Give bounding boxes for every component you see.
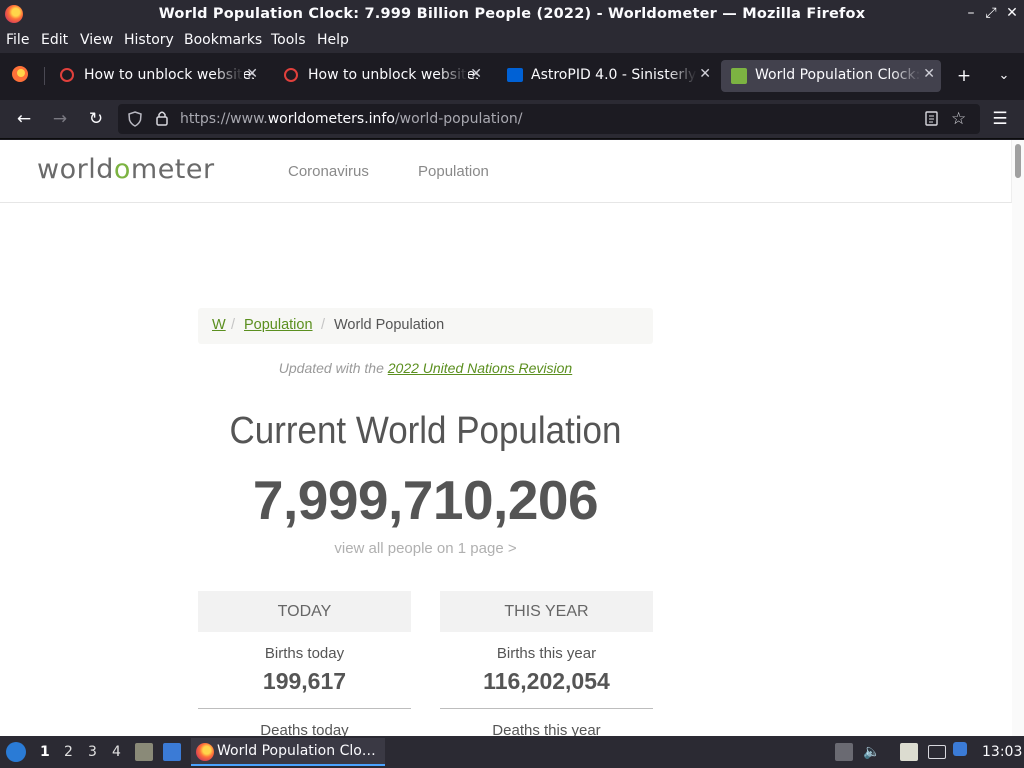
breadcrumb-current: World Population <box>334 317 445 333</box>
start-menu-icon[interactable] <box>6 742 26 762</box>
new-tab-icon[interactable]: + <box>953 65 975 87</box>
worldometer-logo[interactable]: worldometer <box>37 154 215 185</box>
menu-bookmarks[interactable]: Bookmarks <box>184 32 262 48</box>
url-text[interactable]: https://www.worldometers.info/world-popu… <box>180 111 522 127</box>
taskbar: 1 2 3 4 World Population Clo… 🔈 13:03 <box>0 736 1024 768</box>
divider <box>440 708 653 709</box>
quora-icon <box>284 68 298 82</box>
stat-box-this-year: THIS YEAR Births this year 116,202,054 D… <box>440 591 653 736</box>
updates-icon[interactable] <box>835 743 853 761</box>
workspace-1[interactable]: 1 <box>40 744 50 760</box>
list-all-tabs-icon[interactable]: ⌄ <box>993 65 1015 87</box>
menu-edit[interactable]: Edit <box>41 32 68 48</box>
tab-unblock-1[interactable]: How to unblock websites ✕ <box>50 60 264 92</box>
stat-box-today: TODAY Births today 199,617 Deaths today <box>198 591 411 736</box>
un-revision-link[interactable]: 2022 United Nations Revision <box>388 360 572 376</box>
notification-icon[interactable] <box>953 742 967 756</box>
window-title: World Population Clock: 7.999 Billion Pe… <box>158 6 866 22</box>
breadcrumb-separator: / <box>321 317 326 333</box>
nav-population[interactable]: Population <box>418 163 489 180</box>
minimize-icon[interactable]: – <box>962 5 980 21</box>
births-year-value: 116,202,054 <box>483 668 610 694</box>
back-icon[interactable]: ← <box>13 108 35 130</box>
tab-world-population[interactable]: World Population Clock: 7 ✕ <box>721 60 941 92</box>
workspace-3[interactable]: 3 <box>88 744 97 760</box>
close-icon[interactable]: ✕ <box>1003 5 1021 21</box>
taskbar-firefox-window[interactable]: World Population Clo… <box>191 738 385 766</box>
menu-bar: File Edit View History Bookmarks Tools H… <box>0 29 1024 53</box>
lock-icon[interactable] <box>156 110 168 126</box>
navigation-bar: ← → ↻ https://www.worldometers.info/worl… <box>0 100 1024 139</box>
menu-tools[interactable]: Tools <box>271 32 306 48</box>
breadcrumb-population[interactable]: Population <box>244 317 313 333</box>
shield-icon[interactable] <box>128 111 142 127</box>
close-icon[interactable]: ✕ <box>470 66 482 82</box>
updated-note: Updated with the 2022 United Nations Rev… <box>278 360 573 376</box>
menu-history[interactable]: History <box>124 32 174 48</box>
population-counter: 7,999,710,206 <box>252 469 599 531</box>
breadcrumb-separator: / <box>231 317 236 333</box>
url-bar[interactable]: https://www.worldometers.info/world-popu… <box>118 104 980 134</box>
workspace-2[interactable]: 2 <box>64 744 73 760</box>
tab-strip: How to unblock websites ✕ How to unblock… <box>0 53 1024 100</box>
network-icon[interactable] <box>928 745 946 759</box>
deaths-year-label: Deaths this year <box>492 722 601 736</box>
tab-astropid[interactable]: AstroPID 4.0 - Sinisterly B ✕ <box>497 60 717 92</box>
reload-icon[interactable]: ↻ <box>85 108 107 130</box>
stat-header: THIS YEAR <box>440 591 653 632</box>
taskbar-window-title: World Population Clo… <box>217 743 376 759</box>
quora-icon <box>60 68 74 82</box>
bookmark-star-icon[interactable]: ☆ <box>951 109 966 129</box>
close-icon[interactable]: ✕ <box>246 66 258 82</box>
view-all-people-link[interactable]: view all people on 1 page > <box>198 540 653 557</box>
menu-file[interactable]: File <box>6 32 29 48</box>
close-icon[interactable]: ✕ <box>699 66 711 82</box>
divider <box>198 708 411 709</box>
worldometer-icon <box>731 68 747 84</box>
clock: 13:03 <box>982 744 1023 760</box>
births-today-value: 199,617 <box>262 668 347 694</box>
births-today-label: Births today <box>264 645 345 662</box>
site-header: worldometer Coronavirus Population <box>0 140 1012 203</box>
workspace-4[interactable]: 4 <box>112 744 121 760</box>
file-manager-icon[interactable] <box>135 743 153 761</box>
deaths-today-label: Deaths today <box>260 722 349 736</box>
menu-help[interactable]: Help <box>317 32 349 48</box>
forward-icon[interactable]: → <box>49 108 71 130</box>
firefox-view-icon[interactable] <box>9 65 31 87</box>
breadcrumb-home[interactable]: W <box>212 317 226 333</box>
window-titlebar: World Population Clock: 7.999 Billion Pe… <box>0 0 1024 29</box>
desktop-icon[interactable] <box>163 743 181 761</box>
restore-icon[interactable]: ⤢ <box>982 5 1000 21</box>
hamburger-menu-icon[interactable]: ☰ <box>989 108 1011 130</box>
breadcrumb: W / Population / World Population <box>198 308 653 344</box>
reader-view-icon[interactable] <box>925 111 939 127</box>
menu-view[interactable]: View <box>80 32 113 48</box>
clipboard-icon[interactable] <box>900 743 918 761</box>
volume-icon[interactable]: 🔈 <box>863 743 881 761</box>
tab-unblock-2[interactable]: How to unblock websites ✕ <box>274 60 488 92</box>
page-scrollbar[interactable] <box>1012 140 1024 736</box>
nav-coronavirus[interactable]: Coronavirus <box>288 163 369 180</box>
stat-header: TODAY <box>198 591 411 632</box>
page-heading: Current World Population <box>229 410 622 452</box>
box-icon <box>507 68 523 82</box>
births-year-label: Births this year <box>496 645 597 662</box>
page-content: worldometer Coronavirus Population W / P… <box>0 140 1024 736</box>
scrollbar-thumb[interactable] <box>1015 144 1021 178</box>
firefox-icon <box>196 743 214 761</box>
close-icon[interactable]: ✕ <box>923 66 935 82</box>
